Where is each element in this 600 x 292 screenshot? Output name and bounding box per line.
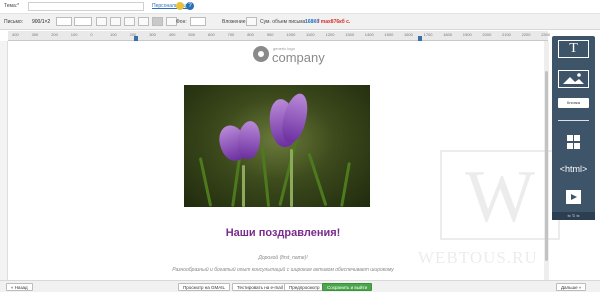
social-block-icon[interactable] — [558, 134, 589, 152]
ruler-tick: 1100 — [306, 32, 315, 37]
email-canvas: generic logo company Наши поздравления! … — [8, 41, 548, 281]
logo-mark-icon — [253, 46, 269, 62]
ruler-tick: 1400 — [364, 32, 374, 37]
ruler-tick: 1700 — [423, 32, 433, 37]
ruler-tick: 2000 — [482, 32, 492, 37]
ruler-tick: 1200 — [325, 32, 335, 37]
attachment-label: Вложение: — [222, 19, 247, 25]
letter-label: Письмо: — [4, 19, 24, 25]
ruler-tick: 2300 — [541, 32, 551, 37]
width-value[interactable]: 900/1×2 — [32, 19, 50, 25]
ruler-tick: 700 — [227, 32, 235, 37]
ruler-tick: 300 — [149, 32, 156, 37]
ruler: 400 300 200 100 0 100 200 300 400 500 600 700 800 900… — [8, 31, 551, 41]
ruler-tick: 1000 — [286, 32, 296, 37]
ruler-tick: 2100 — [502, 32, 511, 37]
ruler-tick: 400 — [168, 32, 176, 37]
company-logo[interactable]: generic logo company — [253, 44, 353, 70]
email-body: generic logo company Наши поздравления! … — [48, 41, 518, 281]
panel-drag-handle[interactable]: ⇆ ⇅ ⇆ — [552, 212, 595, 220]
scroll-thumb[interactable] — [545, 71, 548, 261]
ruler-tick: 100 — [110, 32, 117, 37]
congratulations-heading[interactable]: Наши поздравления! — [48, 227, 518, 239]
divider-block[interactable] — [558, 120, 589, 121]
preview-gmail-button[interactable]: Просмотр на GMAIL — [178, 283, 231, 291]
ruler-tick: 900 — [266, 32, 274, 37]
ruler-tick: 200 — [129, 32, 137, 37]
left-gutter — [0, 41, 8, 281]
next-button[interactable]: Дальше » — [556, 283, 587, 291]
ruler-tick: 800 — [247, 32, 254, 37]
size-limit-value: / max876кб с. — [318, 19, 351, 25]
ruler-tick: 1500 — [384, 32, 394, 37]
background-label: Фон: — [176, 19, 187, 25]
button-block[interactable]: Кнопка — [558, 98, 589, 108]
layout-left-icon[interactable] — [138, 17, 149, 26]
ruler-tick: 400 — [12, 32, 19, 37]
subject-bar: Тема:* Персонализация ? — [0, 0, 600, 14]
total-size-label: Сум. объем письма: — [260, 19, 307, 25]
background-select[interactable] — [190, 17, 206, 26]
smile-icon[interactable] — [176, 2, 184, 10]
test-email-button[interactable]: Тестировать на e-mail — [232, 283, 288, 291]
ruler-tick: 2200 — [521, 32, 531, 37]
body-text[interactable]: Разнообразный и богатый опыт консультаци… — [48, 267, 518, 273]
image-block-icon[interactable] — [558, 70, 589, 88]
layout-center-icon[interactable] — [152, 17, 163, 26]
ruler-tick: 300 — [31, 32, 39, 37]
ruler-tick: 1900 — [462, 32, 472, 37]
blocks-panel: T Кнопка <html> ⇆ ⇅ ⇆ — [552, 36, 595, 220]
ruler-tick: 500 — [188, 32, 196, 37]
greeting-text[interactable]: Дорогой {first_name}! — [48, 255, 518, 261]
subject-label: Тема:* — [4, 3, 20, 9]
html-block[interactable]: <html> — [558, 163, 589, 175]
padding-select[interactable] — [74, 17, 92, 26]
footer-bar: « Назад Просмотр на GMAIL Тестировать на… — [0, 280, 600, 292]
back-button[interactable]: « Назад — [6, 283, 33, 291]
border-icon[interactable] — [110, 17, 121, 26]
ruler-tick: 1800 — [443, 32, 453, 37]
width-select[interactable] — [56, 17, 72, 26]
layout-icon[interactable] — [124, 17, 135, 26]
crocus-photo[interactable] — [184, 85, 370, 207]
ruler-tick: 200 — [51, 32, 58, 37]
align-icon[interactable] — [96, 17, 107, 26]
ruler-tick: 0 — [90, 32, 93, 37]
ruler-tick: 600 — [208, 32, 215, 37]
subject-input[interactable] — [28, 2, 144, 11]
editor-toolbar: Письмо: 900/1×2 Фон: Вложение: Сум. объе… — [0, 14, 600, 30]
ruler-tick: 1600 — [404, 32, 413, 37]
text-block-icon[interactable]: T — [558, 40, 589, 58]
help-icon[interactable]: ? — [186, 2, 194, 10]
paperclip-icon[interactable] — [246, 17, 257, 26]
ruler-tick: 100 — [70, 32, 78, 37]
save-exit-button[interactable]: Сохранить и выйти — [322, 283, 373, 291]
logo-big-text: company — [272, 50, 325, 65]
video-block-icon[interactable] — [558, 188, 589, 206]
preview-button[interactable]: Предпросмотр — [284, 283, 325, 291]
vertical-scrollbar[interactable] — [544, 41, 549, 281]
ruler-tick: 1300 — [345, 32, 355, 37]
